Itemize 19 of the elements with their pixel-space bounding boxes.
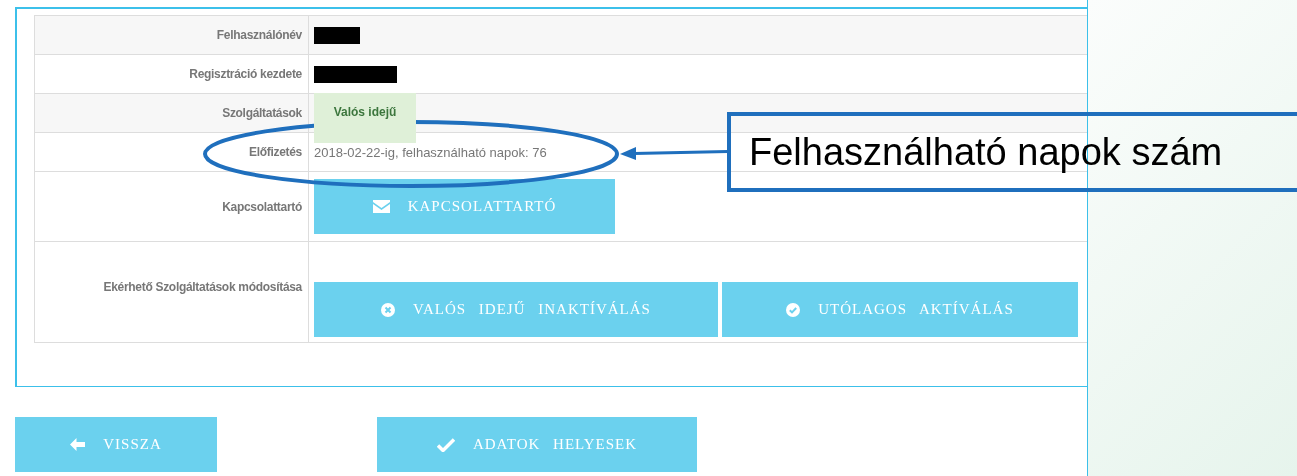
close-icon xyxy=(381,302,396,317)
field-label: Szolgáltatások xyxy=(222,106,302,120)
check-icon xyxy=(786,302,801,317)
action-button[interactable]: KAPCSOLATTARTÓ xyxy=(314,179,615,234)
field-label: Felhasználónév xyxy=(216,28,302,42)
arrow-left-icon xyxy=(70,438,86,451)
footer-button[interactable]: VISSZA xyxy=(15,417,217,472)
check-icon xyxy=(436,437,455,452)
field-label: Ekérhető Szolgáltatások módosítása xyxy=(103,280,302,294)
redaction-bar xyxy=(314,26,360,44)
action-button[interactable]: UTÓLAGOS AKTÍVÁLÁS xyxy=(722,282,1078,337)
action-button[interactable]: VALÓS IDEJŰ INAKTÍVÁLÁS xyxy=(314,282,718,337)
field-label: Regisztráció kezdete xyxy=(189,67,302,81)
footer-button[interactable]: ADATOK HELYESEK xyxy=(377,417,697,472)
service-badge: Valós idejű xyxy=(314,93,416,143)
subscription-text: 2018-02-22-ig, felhasználható napok: 76 xyxy=(314,144,547,160)
field-label: Előfizetés xyxy=(248,145,302,159)
envelope-icon xyxy=(372,200,390,213)
field-label: Kapcsolattartó xyxy=(222,199,302,214)
